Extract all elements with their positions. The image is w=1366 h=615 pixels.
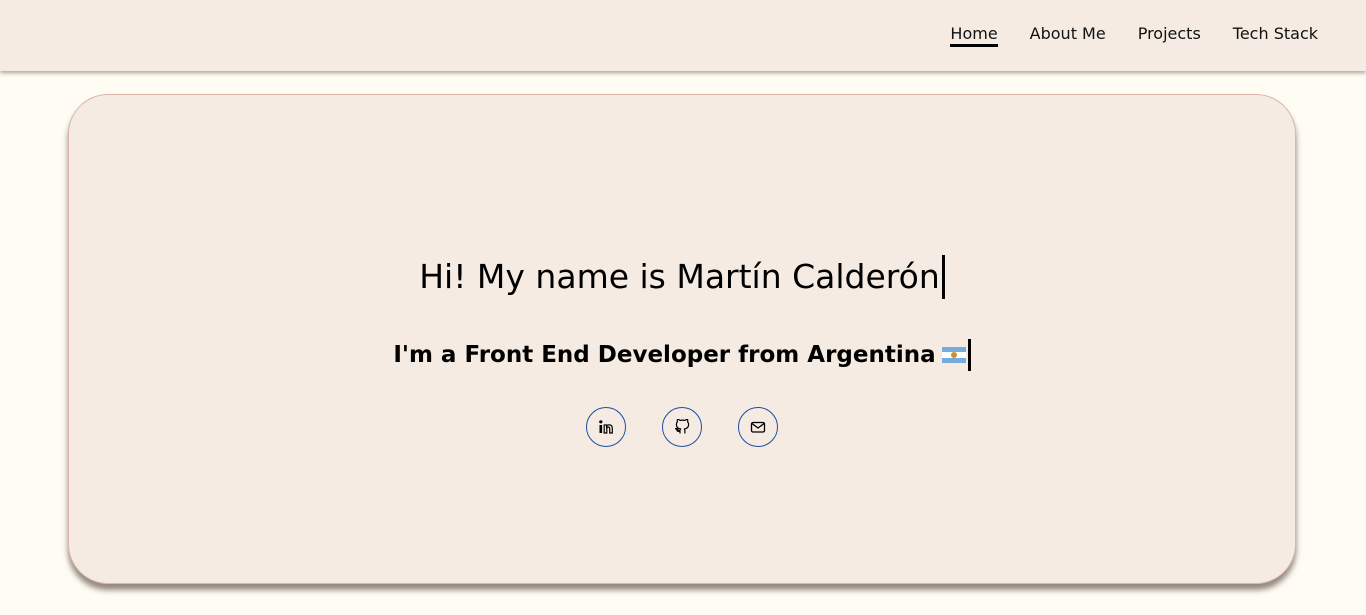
nav-about-me-link[interactable]: About Me <box>1030 24 1106 48</box>
github-button[interactable] <box>662 407 702 447</box>
nav-home-link[interactable]: Home <box>950 24 998 47</box>
mail-icon <box>750 421 766 433</box>
hero-subtitle-line: I'm a Front End Developer from Argentina <box>393 339 971 371</box>
hero-subtitle-wrap: I'm a Front End Developer from Argentina <box>69 339 1295 371</box>
nav-projects-link[interactable]: Projects <box>1138 24 1201 48</box>
hero-title-wrap: Hi! My name is Martín Calderón <box>69 255 1295 299</box>
argentina-flag-icon <box>941 346 966 364</box>
hero-subtitle: I'm a Front End Developer from Argentina <box>393 342 936 368</box>
nav-links: Home About Me Projects Tech Stack <box>950 24 1318 48</box>
linkedin-button[interactable] <box>586 407 626 447</box>
hero-title: Hi! My name is Martín Calderón <box>419 255 945 299</box>
hero-card: Hi! My name is Martín Calderón I'm a Fro… <box>68 94 1296 584</box>
github-icon <box>675 419 690 434</box>
nav-tech-stack-link[interactable]: Tech Stack <box>1233 24 1318 48</box>
top-navbar: Home About Me Projects Tech Stack <box>0 0 1366 71</box>
linkedin-icon <box>599 420 613 434</box>
social-links <box>69 407 1295 447</box>
email-button[interactable] <box>738 407 778 447</box>
